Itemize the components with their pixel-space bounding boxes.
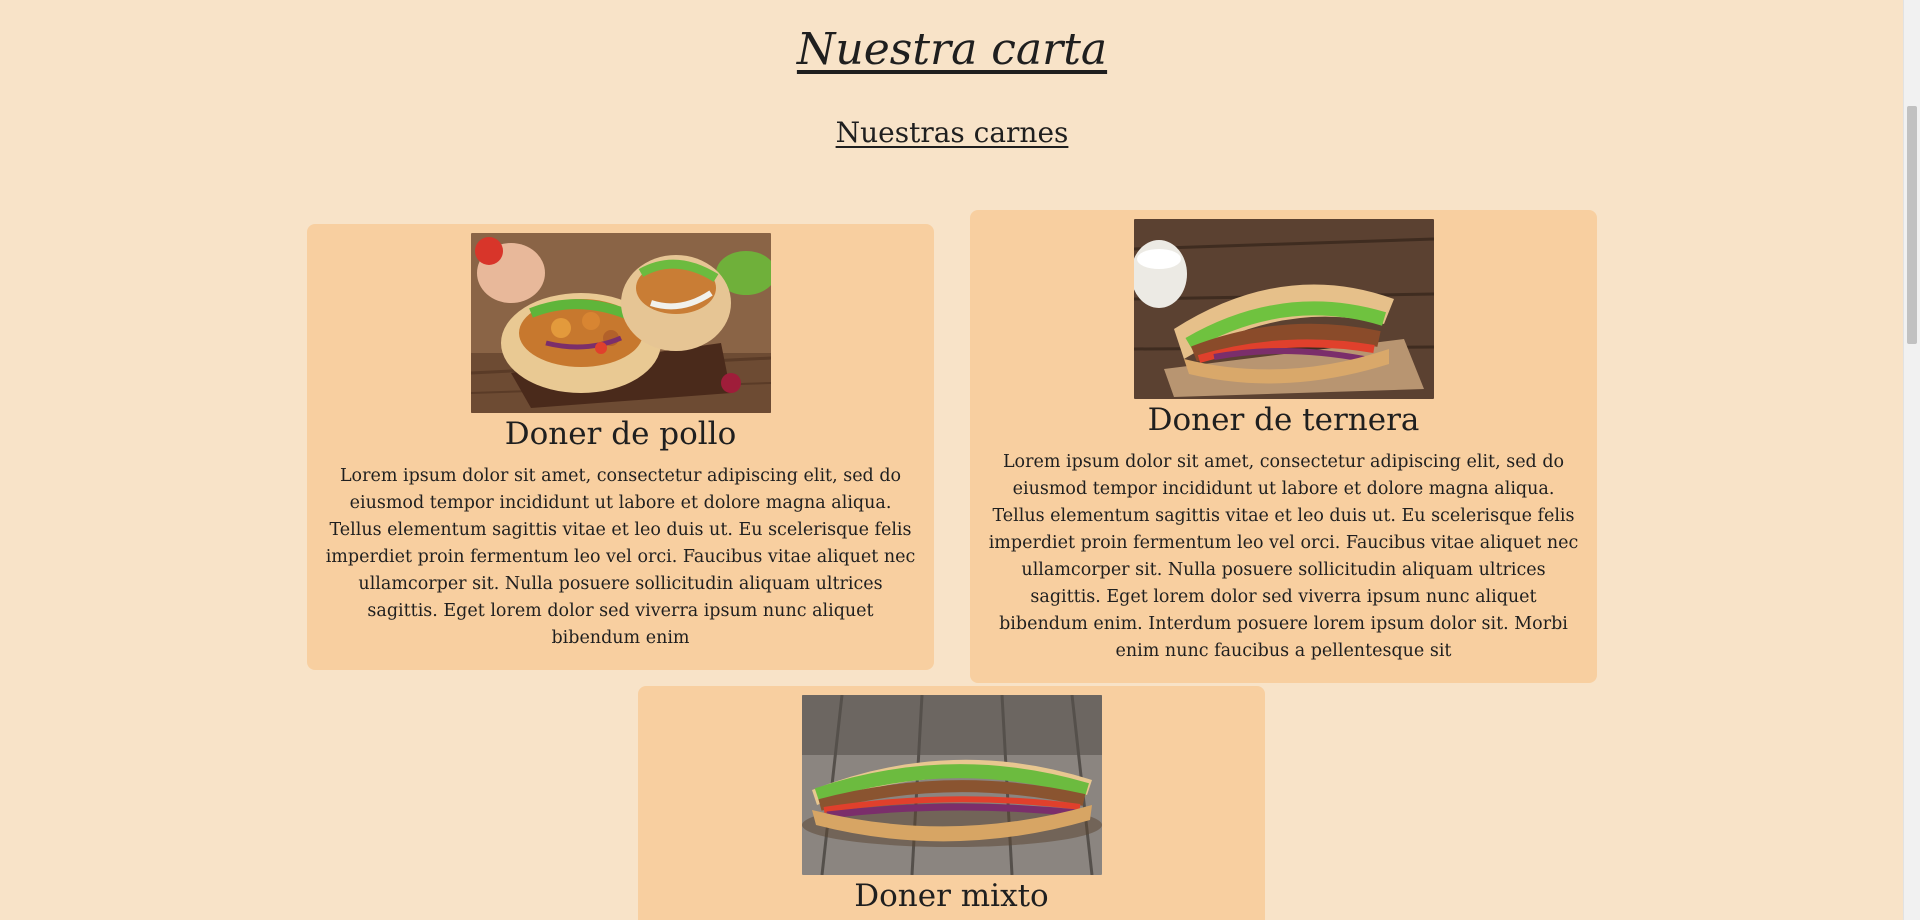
- card-title: Doner de pollo: [504, 416, 737, 452]
- card-description: Lorem ipsum dolor sit amet, consectetur …: [988, 452, 1579, 661]
- scrollbar-thumb[interactable]: [1907, 106, 1917, 344]
- card-description: Lorem ipsum dolor sit amet, consectetur …: [325, 466, 916, 648]
- card-title: Doner de ternera: [1147, 402, 1420, 438]
- beef-doner-image: [1133, 219, 1434, 399]
- menu-card-chicken: Doner de pollo Lorem ipsum dolor sit ame…: [307, 224, 934, 670]
- page-title: Nuestra carta: [796, 24, 1108, 75]
- mixed-doner-image: [801, 695, 1102, 875]
- menu-card-mixed: Doner mixto: [638, 686, 1265, 920]
- menu-page: Nuestra carta Nuestras carnes Doner de p…: [0, 0, 1904, 920]
- section-title-meats: Nuestras carnes: [835, 116, 1069, 149]
- card-title: Doner mixto: [854, 878, 1049, 914]
- chicken-doner-image: [470, 233, 771, 413]
- menu-card-beef: Doner de ternera Lorem ipsum dolor sit a…: [970, 210, 1597, 683]
- page-scrollbar[interactable]: [1903, 0, 1920, 920]
